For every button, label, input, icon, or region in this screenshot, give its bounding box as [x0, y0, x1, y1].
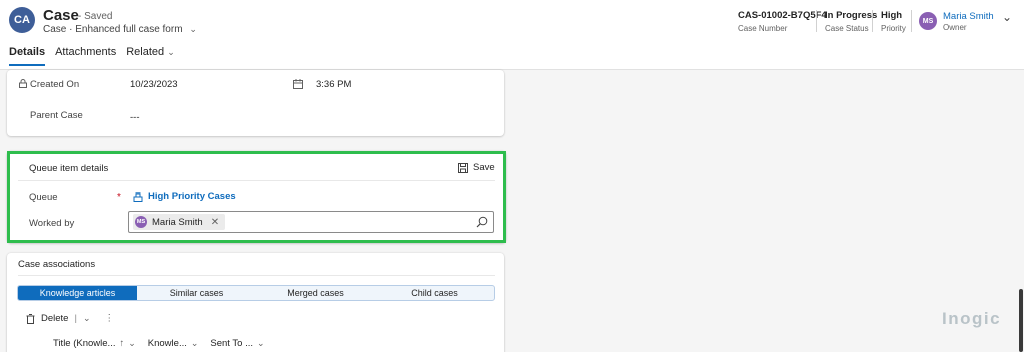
case-avatar: CA	[9, 7, 35, 33]
header-expand-chevron-icon[interactable]: ⌄	[1002, 10, 1012, 24]
tab-details[interactable]: Details	[9, 46, 46, 66]
more-options-icon[interactable]: ⋮	[104, 313, 114, 324]
case-associations-title: Case associations	[18, 259, 96, 270]
search-icon[interactable]	[476, 216, 488, 228]
chevron-down-icon: ⌄	[257, 338, 265, 348]
header-field-case-status: In Progress Case Status	[825, 10, 878, 33]
tab-related[interactable]: Related ⌄	[126, 46, 175, 66]
divider	[18, 180, 495, 181]
tab-child-cases[interactable]: Child cases	[375, 286, 494, 300]
sort-ascending-icon: ↑	[119, 338, 125, 349]
tab-attachments[interactable]: Attachments	[55, 46, 116, 66]
queue-lookup-link[interactable]: High Priority Cases	[133, 191, 236, 202]
column-header-sent-to[interactable]: Sent To ... ⌄	[210, 338, 264, 349]
parent-case-value[interactable]: ---	[130, 112, 140, 123]
save-button[interactable]: Save	[458, 162, 495, 173]
command-bar: Delete | ⌄ ⋮	[26, 313, 114, 324]
save-icon	[458, 162, 468, 173]
owner-link[interactable]: Maria Smith	[943, 11, 994, 22]
grid-header: Title (Knowle... ↑ ⌄ Knowle... ⌄ Sent To ..…	[53, 338, 265, 349]
parent-case-label: Parent Case	[30, 110, 83, 121]
created-on-date: 10/23/2023	[130, 79, 178, 90]
chevron-down-icon: ⌄	[189, 24, 197, 34]
avatar: MS	[135, 216, 147, 228]
worked-by-chip[interactable]: MS Maria Smith ✕	[133, 214, 226, 230]
tab-merged-cases[interactable]: Merged cases	[256, 286, 375, 300]
calendar-icon	[293, 79, 303, 89]
required-marker: *	[117, 192, 121, 203]
created-on-label: Created On	[30, 79, 80, 90]
associations-tab-bar: Knowledge articles Similar cases Merged …	[17, 285, 495, 301]
header-field-case-number: CAS-01002-B7Q5F4 Case Number	[738, 10, 827, 33]
chevron-down-icon: ⌄	[167, 47, 175, 57]
owner-avatar: MS	[919, 12, 937, 30]
header-divider	[816, 10, 817, 32]
queue-icon	[133, 191, 143, 202]
chevron-down-icon: ⌄	[190, 338, 199, 348]
chevron-down-icon[interactable]: ⌄	[83, 313, 91, 324]
header-field-priority: High Priority	[881, 10, 906, 33]
header-divider	[911, 10, 912, 32]
close-icon[interactable]: ✕	[211, 217, 219, 228]
tab-similar-cases[interactable]: Similar cases	[137, 286, 256, 300]
worked-by-label: Worked by	[29, 218, 75, 229]
queue-label: Queue	[29, 192, 58, 203]
chevron-down-icon: ⌄	[128, 338, 136, 348]
scrollbar[interactable]	[1019, 289, 1023, 352]
delete-button[interactable]: Delete	[41, 313, 68, 324]
form-selector[interactable]: Case · Enhanced full case form ⌄	[43, 24, 197, 35]
record-title: Case	[43, 7, 79, 24]
owner-label: Owner	[943, 23, 967, 32]
brand-watermark: Inogic	[942, 309, 1002, 328]
lock-icon	[19, 79, 27, 88]
save-status: - Saved	[78, 11, 113, 22]
created-on-time: 3:36 PM	[316, 79, 352, 90]
separator: |	[74, 313, 77, 324]
header-divider	[872, 10, 873, 32]
record-tabs: Details Attachments Related ⌄	[9, 46, 175, 66]
divider	[18, 275, 495, 276]
worked-by-name: Maria Smith	[152, 216, 203, 228]
worked-by-lookup-field[interactable]: MS Maria Smith ✕	[128, 211, 494, 233]
column-header-title[interactable]: Title (Knowle... ↑ ⌄	[53, 338, 136, 349]
queue-section-title: Queue item details	[29, 163, 109, 174]
delete-icon	[26, 313, 35, 324]
record-header: CA Case - Saved Case · Enhanced full cas…	[0, 0, 1024, 70]
form-name: Enhanced full case form	[75, 24, 183, 35]
details-card	[7, 70, 504, 136]
tab-knowledge-articles[interactable]: Knowledge articles	[18, 286, 137, 300]
entity-name: Case	[43, 24, 67, 35]
column-header-knowledge[interactable]: Knowle... ⌄	[148, 338, 199, 349]
